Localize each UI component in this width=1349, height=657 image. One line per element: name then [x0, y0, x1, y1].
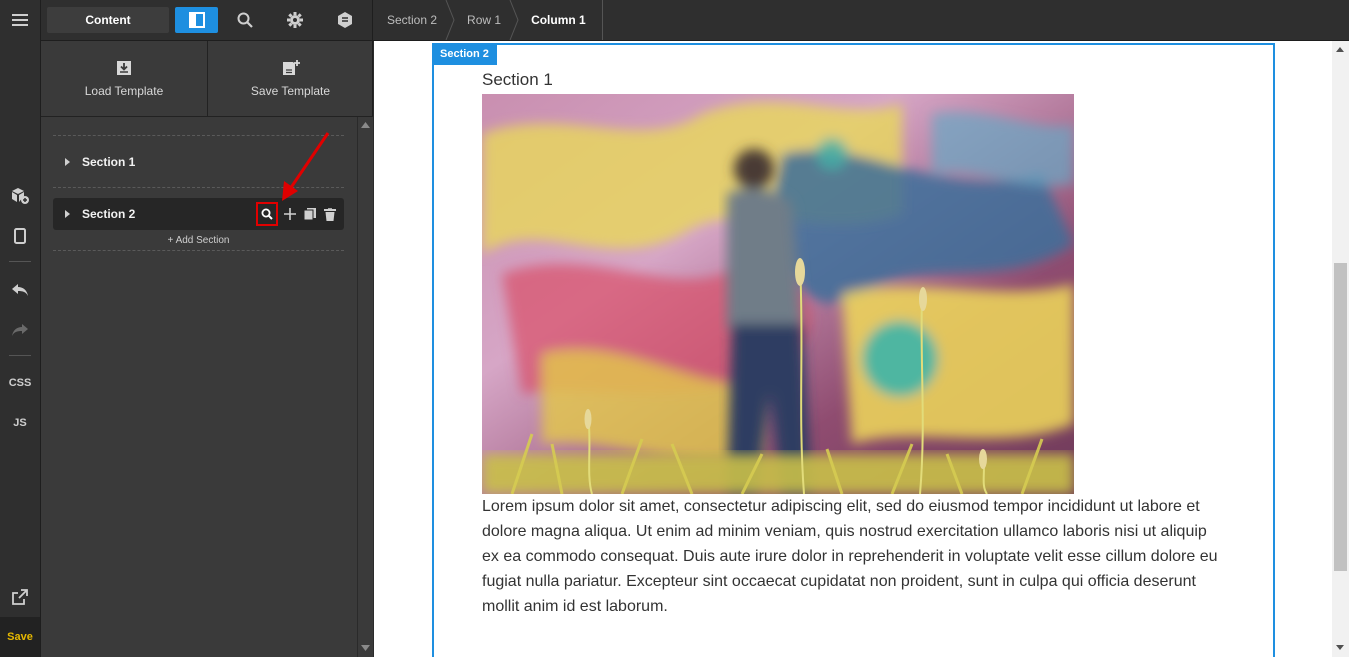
- expand-caret-icon[interactable]: [65, 210, 70, 218]
- rail-divider: [9, 261, 31, 262]
- canvas-scrollbar[interactable]: [1332, 41, 1349, 657]
- redo-icon[interactable]: [0, 318, 40, 342]
- top-toolbar: Content Section 2 Row 1 Column 1: [41, 0, 1349, 41]
- body-paragraph[interactable]: Lorem ipsum dolor sit amet, consectetur …: [482, 494, 1222, 619]
- external-link-icon[interactable]: [0, 585, 40, 609]
- add-section-button[interactable]: + Add Section: [53, 235, 344, 246]
- mobile-icon[interactable]: [0, 224, 40, 248]
- download-template-icon: [117, 61, 131, 75]
- scroll-up-icon[interactable]: [361, 122, 370, 128]
- blocks-icon[interactable]: [0, 184, 40, 208]
- scroll-down-icon[interactable]: [1336, 645, 1344, 650]
- plus-icon[interactable]: [282, 204, 298, 224]
- layout-icon[interactable]: [175, 7, 218, 33]
- breadcrumb-label: Row 1: [467, 13, 502, 27]
- breadcrumb-item[interactable]: Row 1: [453, 0, 519, 40]
- breadcrumb: Section 2 Row 1 Column 1: [372, 0, 603, 40]
- page-canvas[interactable]: Section 2 Section 1 Lorem ipsum dolor si…: [374, 41, 1332, 657]
- section-label: Section 2: [82, 207, 136, 221]
- breadcrumb-item[interactable]: Section 2: [373, 0, 455, 40]
- search-icon[interactable]: [231, 7, 259, 33]
- trash-icon[interactable]: [322, 204, 338, 224]
- section-tag[interactable]: Section 2: [432, 43, 497, 65]
- scroll-up-icon[interactable]: [1336, 47, 1344, 52]
- rail-divider: [9, 355, 31, 356]
- save-button[interactable]: Save: [0, 617, 40, 657]
- copy-icon[interactable]: [302, 204, 318, 224]
- load-template-button[interactable]: Load Template: [41, 41, 207, 117]
- undo-icon[interactable]: [0, 278, 40, 302]
- save-template-label: Save Template: [250, 84, 331, 98]
- hamburger-icon[interactable]: [0, 8, 40, 32]
- js-button[interactable]: JS: [0, 412, 40, 434]
- graffiti-photo[interactable]: [482, 94, 1074, 494]
- panel-scrollbar[interactable]: [357, 117, 373, 657]
- navigator-icon[interactable]: [331, 7, 359, 33]
- structure-panel: Load Template Save Template Section 1 Se…: [41, 41, 373, 657]
- expand-caret-icon[interactable]: [65, 158, 70, 166]
- section-label: Section 1: [82, 155, 136, 169]
- load-template-label: Load Template: [84, 84, 164, 98]
- drop-zone-divider: [53, 250, 344, 251]
- save-template-button[interactable]: Save Template: [207, 41, 373, 117]
- scroll-down-icon[interactable]: [361, 645, 370, 651]
- scrollbar-thumb[interactable]: [1334, 263, 1347, 571]
- css-button[interactable]: CSS: [0, 372, 40, 394]
- search-icon[interactable]: [256, 202, 278, 226]
- save-template-icon: [282, 60, 300, 75]
- section-heading[interactable]: Section 1: [482, 70, 553, 90]
- gear-icon[interactable]: [281, 7, 309, 33]
- template-actions: Load Template Save Template: [41, 41, 373, 117]
- breadcrumb-item-active[interactable]: Column 1: [517, 0, 603, 40]
- content-tab-button[interactable]: Content: [47, 7, 169, 33]
- breadcrumb-label: Column 1: [531, 13, 586, 27]
- breadcrumb-label: Section 2: [387, 13, 438, 27]
- left-rail: CSS JS Save: [0, 0, 41, 657]
- red-arrow-annotation: [282, 132, 330, 201]
- section-tools: [256, 202, 338, 226]
